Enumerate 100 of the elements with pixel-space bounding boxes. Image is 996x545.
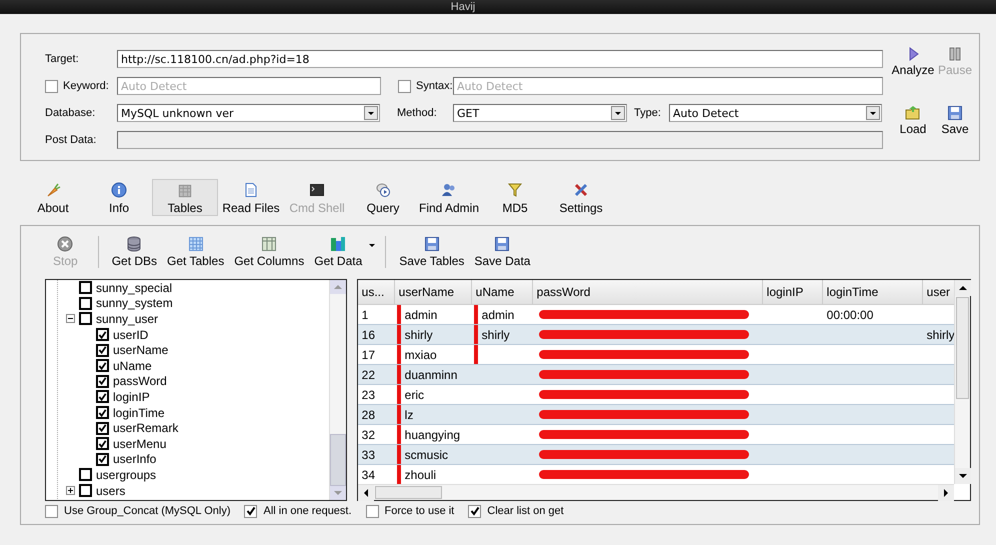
- scrollbar[interactable]: [358, 484, 954, 500]
- column-header[interactable]: uName: [472, 280, 533, 304]
- document-icon: [243, 182, 259, 198]
- table-cell-text: 32: [360, 426, 376, 444]
- toolbar-button[interactable]: Save Tables: [394, 236, 470, 268]
- scrollbar-thumb[interactable]: [956, 297, 969, 399]
- expander[interactable]: [66, 314, 75, 324]
- table-cell: zhouli: [394, 465, 472, 484]
- checkbox[interactable]: [79, 281, 92, 294]
- toolbar-button[interactable]: Analyze: [891, 46, 935, 99]
- checkbox-label: Use Group_Concat (MySQL Only): [64, 505, 230, 517]
- tree-item[interactable]: userName: [113, 343, 168, 358]
- checkbox[interactable]: [244, 504, 258, 518]
- database-icon: [126, 236, 142, 252]
- field-label: Method:: [397, 107, 438, 119]
- checkbox[interactable]: [96, 328, 109, 342]
- check-icon: [98, 438, 107, 449]
- table-cell-text: 23: [360, 386, 376, 404]
- check-icon: [98, 376, 107, 386]
- dropdown[interactable]: MySQL unknown ver: [117, 104, 380, 122]
- expander[interactable]: [66, 486, 75, 496]
- tab[interactable]: Info: [86, 179, 152, 216]
- table-icon: [177, 184, 193, 198]
- checkbox-label: Force to use it: [384, 505, 454, 517]
- checkbox[interactable]: [79, 468, 92, 482]
- toolbar-button[interactable]: Load: [891, 105, 935, 158]
- scrollbar-thumb[interactable]: [374, 486, 442, 499]
- tab[interactable]: Read Files: [218, 179, 284, 216]
- tree-item[interactable]: sunny_user: [96, 312, 158, 326]
- tab[interactable]: Settings: [548, 179, 614, 216]
- checkbox[interactable]: [96, 452, 109, 466]
- tree-item[interactable]: loginTime: [113, 406, 165, 420]
- checkbox[interactable]: [79, 296, 92, 310]
- scrollbar-thumb[interactable]: [330, 434, 346, 486]
- input-field[interactable]: http://sc.118100.cn/ad.php?id=18: [117, 50, 883, 68]
- field-label: Target:: [45, 53, 80, 65]
- tab[interactable]: About: [20, 179, 86, 216]
- checkbox[interactable]: [96, 390, 109, 404]
- dropdown[interactable]: Auto Detect: [669, 104, 882, 122]
- tree-item[interactable]: sunny_system: [96, 296, 173, 310]
- toolbar-button[interactable]: Get Columns: [229, 236, 310, 268]
- toolbar-button[interactable]: Save: [935, 105, 975, 158]
- right-arrow-icon: [943, 489, 949, 497]
- tree-item[interactable]: userMenu: [113, 436, 166, 451]
- checkbox[interactable]: [45, 80, 58, 92]
- toolbar-button[interactable]: Get Data: [309, 236, 368, 268]
- tree-item[interactable]: usergroups: [96, 468, 156, 482]
- tab[interactable]: Tables: [152, 179, 218, 216]
- column-header[interactable]: passWord: [532, 280, 763, 304]
- column-header[interactable]: us...: [358, 280, 395, 304]
- checkbox[interactable]: [45, 504, 58, 518]
- toolbar-button[interactable]: Save Data: [469, 236, 536, 268]
- check-icon: [98, 423, 107, 434]
- tree-item[interactable]: sunny_special: [96, 280, 172, 295]
- scrollbar[interactable]: [954, 280, 970, 484]
- checkbox[interactable]: [366, 504, 379, 518]
- table-cell: lz: [394, 405, 472, 424]
- column-header[interactable]: userName: [394, 280, 472, 304]
- checkbox[interactable]: [79, 484, 92, 498]
- up-arrow-icon: [334, 284, 342, 290]
- table-cell: scmusic: [394, 445, 472, 464]
- field-label: Post Data:: [45, 134, 98, 146]
- check-icon: [98, 345, 107, 356]
- toolbar-button[interactable]: Get DBs: [106, 236, 162, 268]
- column-header[interactable]: loginIP: [762, 280, 823, 304]
- up-arrow-icon: [959, 285, 967, 291]
- input-field[interactable]: Auto Detect: [117, 77, 381, 95]
- checkbox[interactable]: [96, 437, 109, 450]
- checkbox-label: Clear list on get: [487, 505, 564, 517]
- checkbox[interactable]: [96, 344, 109, 357]
- toolbar-button[interactable]: Get Tables: [162, 236, 230, 268]
- info-icon: [111, 182, 127, 198]
- tree-item[interactable]: userID: [113, 328, 148, 342]
- column-header[interactable]: loginTime: [822, 280, 923, 304]
- tab[interactable]: Query: [350, 179, 416, 216]
- table-cell: shirly: [472, 325, 533, 344]
- folder-icon: [905, 105, 921, 121]
- tab[interactable]: MD5: [482, 179, 548, 216]
- check-icon: [246, 506, 256, 516]
- tree-item[interactable]: passWord: [113, 374, 167, 388]
- checkbox[interactable]: [96, 359, 109, 372]
- checkbox[interactable]: [96, 422, 109, 435]
- checkbox[interactable]: [96, 374, 109, 388]
- input-field[interactable]: Auto Detect: [453, 77, 883, 95]
- scrollbar[interactable]: [328, 280, 346, 500]
- tab[interactable]: Find Admin: [416, 179, 482, 216]
- dropdown[interactable]: GET: [453, 104, 627, 122]
- checkbox[interactable]: [96, 406, 109, 420]
- tree-item[interactable]: uName: [113, 358, 152, 373]
- checkbox-label: Syntax:: [416, 80, 453, 92]
- carrot-icon: [45, 182, 61, 198]
- checkbox[interactable]: [468, 504, 482, 518]
- checkbox[interactable]: [398, 80, 411, 92]
- tree-item[interactable]: userRemark: [113, 421, 178, 436]
- check-icon: [98, 408, 107, 418]
- table-cell: shirly: [394, 325, 472, 344]
- tree-item[interactable]: userInfo: [113, 452, 156, 466]
- tree-item[interactable]: loginIP: [113, 390, 150, 404]
- checkbox[interactable]: [79, 312, 92, 326]
- tree-item[interactable]: users: [96, 484, 126, 498]
